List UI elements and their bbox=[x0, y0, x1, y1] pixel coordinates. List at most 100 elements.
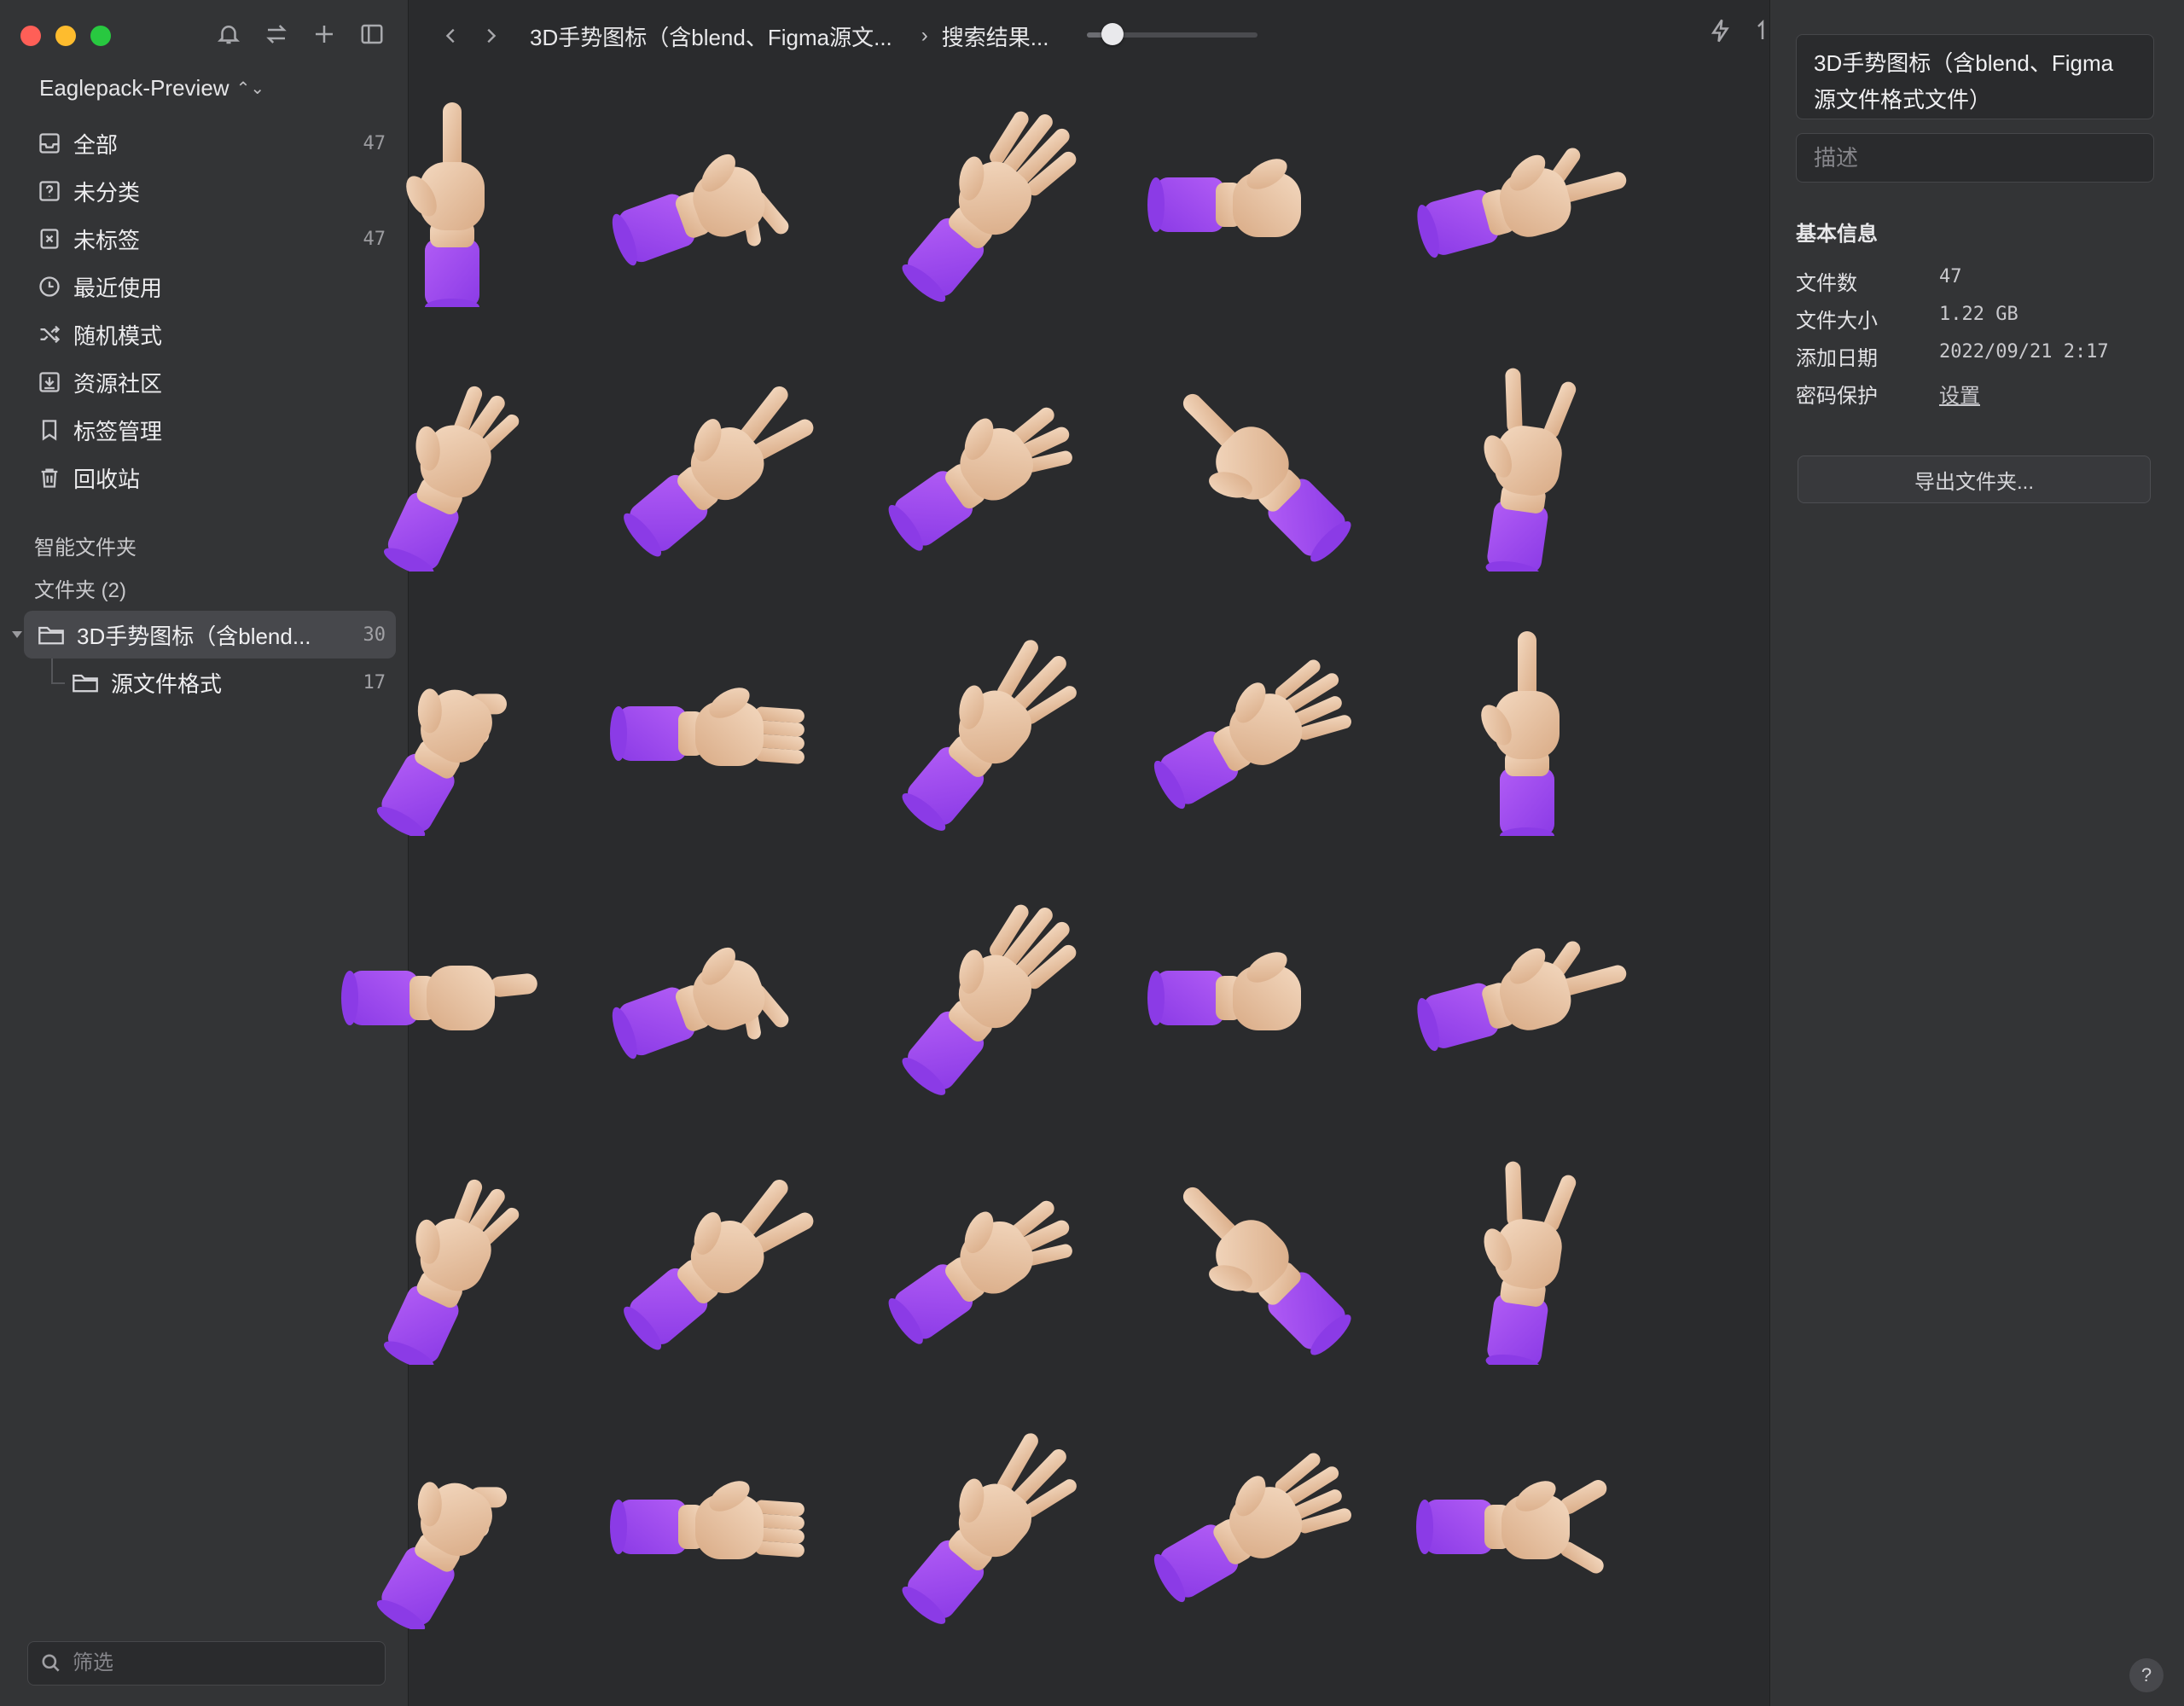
asset-thumbnail-pinch-hand[interactable] bbox=[610, 870, 832, 1100]
ok-hand-icon bbox=[383, 386, 520, 577]
breadcrumb-separator-icon: › bbox=[921, 24, 928, 47]
zoom-slider[interactable] bbox=[1087, 23, 1258, 45]
asset-thumbnail-ok-hand[interactable] bbox=[341, 1134, 563, 1370]
asset-thumbnail-rock-horns-hand[interactable] bbox=[1416, 1134, 1638, 1373]
sidebar-item-community[interactable]: 资源社区 bbox=[24, 358, 396, 406]
plus-icon bbox=[316, 26, 333, 43]
chevron-left-icon bbox=[445, 28, 455, 44]
description-field bbox=[1796, 133, 2154, 183]
filter-input[interactable] bbox=[73, 1651, 373, 1675]
description-input[interactable] bbox=[1814, 144, 2136, 171]
asset-thumbnail-gun-hand[interactable] bbox=[1416, 77, 1638, 307]
folder-item-source-files[interactable]: 源文件格式 17 bbox=[24, 659, 396, 706]
asset-thumbnail-ok-hand[interactable] bbox=[341, 341, 563, 577]
sidebar-item-random[interactable]: 随机模式 bbox=[24, 310, 396, 358]
forward-button[interactable] bbox=[473, 19, 508, 53]
asset-thumbnail-flat-hand[interactable] bbox=[610, 606, 832, 836]
asset-thumbnail-peace-hand[interactable] bbox=[610, 341, 832, 572]
open-palm-hand-icon bbox=[902, 111, 1077, 302]
folder-name-field[interactable]: 3D手势图标（含blend、Figma 源文件格式文件） bbox=[1796, 34, 2154, 119]
disclosure-triangle-icon[interactable] bbox=[12, 631, 22, 638]
library-name: Eaglepack-Preview bbox=[39, 75, 229, 101]
asset-thumbnail-fist-hand[interactable] bbox=[1147, 77, 1369, 307]
toggle-sidebar-button[interactable] bbox=[357, 19, 387, 49]
bell-icon bbox=[217, 26, 241, 44]
asset-thumbnail-pointing-down-hand[interactable] bbox=[1147, 1134, 1369, 1365]
asset-thumbnail-c-shape-hand[interactable] bbox=[341, 606, 563, 838]
folders-heading[interactable]: 文件夹 (2) bbox=[34, 573, 126, 603]
asset-thumbnail-gun-hand[interactable] bbox=[1416, 870, 1638, 1100]
asset-thumbnail-three-fingers-hand[interactable] bbox=[879, 1399, 1101, 1629]
folder-icon bbox=[38, 626, 64, 645]
quick-action-button[interactable] bbox=[1705, 15, 1736, 46]
minimize-window-button[interactable] bbox=[55, 26, 76, 46]
export-folder-button[interactable]: 导出文件夹... bbox=[1798, 456, 2151, 503]
asset-thumbnail-four-fingers-hand[interactable] bbox=[1147, 606, 1369, 836]
asset-thumbnail-fist-hand[interactable] bbox=[1147, 870, 1369, 1100]
sidebar-item-recent[interactable]: 最近使用 bbox=[24, 263, 396, 310]
rock-horns-hand-icon bbox=[1484, 368, 1577, 580]
asset-thumbnail-call-me-hand[interactable] bbox=[1416, 1399, 1638, 1629]
inspector-panel: 3D手势图标（含blend、Figma 源文件格式文件） 基本信息 文件数 47… bbox=[1769, 0, 2184, 1706]
asset-thumbnail-flat-hand[interactable] bbox=[610, 1399, 832, 1629]
basic-info-heading: 基本信息 bbox=[1796, 223, 1878, 246]
three-fingers-hand-icon bbox=[902, 640, 1077, 831]
asset-thumbnail-open-palm-hand[interactable] bbox=[879, 77, 1101, 307]
password-setup-link[interactable]: 设置 bbox=[1939, 379, 1980, 409]
asset-thumbnail-ok-sign-side-hand[interactable] bbox=[879, 341, 1101, 572]
shuffle-icon bbox=[40, 325, 61, 344]
pointing-down-hand-icon bbox=[1182, 393, 1351, 562]
help-button[interactable]: ? bbox=[2129, 1658, 2164, 1692]
sync-button[interactable] bbox=[261, 19, 292, 49]
info-row-file-size: 文件大小 1.22 GB bbox=[1796, 304, 2018, 334]
chevron-updown-icon: ⌃⌄ bbox=[235, 79, 265, 98]
sidebar-item-label: 未标签 bbox=[73, 227, 141, 253]
sidebar-item-all[interactable]: 全部 47 bbox=[24, 119, 396, 167]
ok-hand-icon bbox=[383, 1179, 520, 1370]
close-window-button[interactable] bbox=[20, 26, 41, 46]
flat-hand-icon bbox=[610, 688, 804, 766]
pointing-up-hand-icon bbox=[1481, 631, 1560, 844]
folder-icon bbox=[73, 674, 98, 693]
add-button[interactable] bbox=[309, 19, 340, 49]
four-fingers-hand-icon bbox=[1153, 659, 1351, 809]
question-box-icon bbox=[39, 181, 60, 201]
asset-thumbnail-open-palm-hand[interactable] bbox=[879, 870, 1101, 1100]
back-button[interactable] bbox=[434, 19, 468, 53]
zoom-window-button[interactable] bbox=[90, 26, 111, 46]
zoom-slider-knob[interactable] bbox=[1101, 23, 1124, 45]
pointing-up-hand-icon bbox=[406, 102, 485, 316]
library-switcher[interactable]: Eaglepack-Preview ⌃⌄ bbox=[39, 75, 264, 102]
asset-thumbnail-peace-hand[interactable] bbox=[610, 1134, 832, 1365]
breadcrumb-folder[interactable]: 3D手势图标（含blend、Figma源文... bbox=[530, 20, 892, 52]
asset-thumbnail-rock-horns-hand[interactable] bbox=[1416, 341, 1638, 580]
gun-hand-icon bbox=[1417, 148, 1627, 258]
sidebar-item-label: 随机模式 bbox=[73, 322, 163, 349]
asset-thumbnail-pointing-up-hand[interactable] bbox=[341, 77, 563, 316]
breadcrumb-search-result[interactable]: 搜索结果... bbox=[942, 20, 1049, 52]
notification-button[interactable] bbox=[213, 19, 244, 49]
asset-thumbnail-three-fingers-hand[interactable] bbox=[879, 606, 1101, 836]
asset-thumbnail-pointing-up-hand[interactable] bbox=[1416, 606, 1638, 844]
asset-thumbnail-ok-sign-side-hand[interactable] bbox=[879, 1134, 1101, 1365]
bookmark-icon bbox=[42, 420, 57, 441]
info-key: 文件大小 bbox=[1796, 310, 1878, 333]
folder-item-3d-gestures[interactable]: 3D手势图标（含blend... 30 bbox=[12, 611, 396, 659]
asset-thumbnail-four-fingers-hand[interactable] bbox=[1147, 1399, 1369, 1629]
info-row-file-count: 文件数 47 bbox=[1796, 266, 1962, 296]
asset-thumbnail-pinch-hand[interactable] bbox=[610, 77, 832, 307]
sidebar-item-untagged[interactable]: 未标签 47 bbox=[24, 215, 396, 263]
app-window: Eaglepack-Preview ⌃⌄ 全部 47 未分类 未标签 47 最近… bbox=[0, 0, 2184, 1706]
lightning-icon bbox=[1711, 19, 1729, 43]
folder-name-line: 3D手势图标（含blend、Figma bbox=[1814, 50, 2114, 76]
sidebar-item-trash[interactable]: 回收站 bbox=[24, 454, 396, 502]
smart-folders-heading[interactable]: 智能文件夹 bbox=[34, 531, 136, 560]
main-content: 3D手势图标（含blend、Figma源文... › 搜索结果... 1 ⌄ bbox=[341, 0, 2150, 1706]
inbox-icon bbox=[39, 133, 60, 154]
asset-thumbnail-thumbs-up-hand[interactable] bbox=[341, 870, 563, 1100]
sidebar-item-uncategorized[interactable]: 未分类 bbox=[24, 167, 396, 215]
asset-thumbnail-c-shape-hand[interactable] bbox=[341, 1399, 563, 1632]
sidebar-item-tags[interactable]: 标签管理 bbox=[24, 406, 396, 454]
asset-thumbnail-pointing-down-hand[interactable] bbox=[1147, 341, 1369, 572]
c-shape-hand-icon bbox=[376, 688, 507, 838]
